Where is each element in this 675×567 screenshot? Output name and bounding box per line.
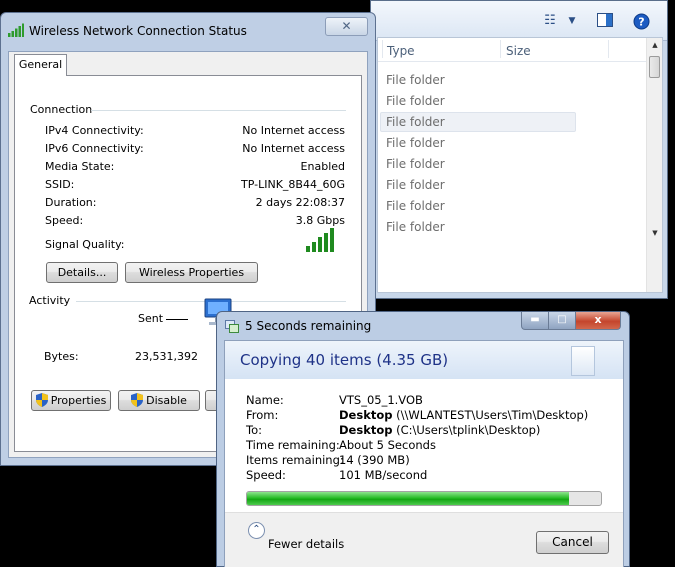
duration-label: Duration:: [45, 196, 97, 209]
time-remaining-label: Time remaining:: [246, 438, 340, 452]
ssid-value: TP-LINK_8B44_60G: [241, 178, 345, 191]
ipv6-value: No Internet access: [242, 142, 345, 155]
properties-button[interactable]: Properties: [31, 390, 111, 411]
signal-strength-icon: [306, 228, 334, 252]
items-remaining-label: Items remaining:: [246, 453, 344, 467]
name-value: VTS_05_1.VOB: [339, 393, 423, 407]
from-folder: Desktop: [339, 408, 393, 422]
column-separator[interactable]: [608, 40, 609, 58]
help-icon[interactable]: ?: [632, 13, 650, 30]
cancel-button[interactable]: Cancel: [536, 531, 609, 554]
from-path: (\\WLANTEST\Users\Tim\Desktop): [392, 408, 589, 422]
media-state-label: Media State:: [45, 160, 115, 173]
to-value[interactable]: Desktop (C:\Users\tplink\Desktop): [339, 423, 540, 437]
sent-line: [166, 319, 188, 320]
list-item[interactable]: File folder: [380, 154, 576, 174]
ipv4-label: IPv4 Connectivity:: [45, 124, 144, 137]
copy-progress-dialog: 5 Seconds remaining ▬ □ x Copying 40 ite…: [216, 311, 630, 567]
dialog-header: Copying 40 items (4.35 GB): [225, 341, 623, 379]
wireless-signal-icon: [8, 23, 24, 37]
connection-group-label: Connection: [30, 103, 93, 116]
media-state-value: Enabled: [300, 160, 345, 173]
speed-value: 101 MB/second: [339, 468, 428, 482]
progress-fill: [247, 492, 570, 505]
fewer-details-link[interactable]: Fewer details: [268, 537, 344, 551]
column-separator[interactable]: [500, 40, 501, 58]
scroll-down-icon[interactable]: ▼: [647, 226, 663, 240]
column-separator[interactable]: [382, 40, 383, 58]
bytes-label: Bytes:: [44, 350, 79, 363]
close-button[interactable]: x: [575, 312, 621, 330]
properties-button-label: Properties: [50, 394, 107, 407]
list-item[interactable]: File folder: [380, 196, 576, 216]
copy-icon: [225, 320, 239, 333]
ipv4-value: No Internet access: [242, 124, 345, 137]
column-header: Type Size: [378, 38, 648, 62]
list-item[interactable]: File folder: [380, 70, 576, 90]
list-item[interactable]: File folder: [380, 217, 576, 237]
activity-group-label: Activity: [29, 294, 71, 307]
dialog-body: Copying 40 items (4.35 GB) Name: VTS_05_…: [224, 340, 624, 567]
speed-label: Speed:: [246, 468, 286, 482]
from-label: From:: [246, 408, 279, 422]
disable-button-label: Disable: [146, 394, 187, 407]
svg-text:?: ?: [638, 16, 644, 29]
speed-label: Speed:: [45, 214, 84, 227]
uac-shield-icon: [131, 393, 144, 407]
list-item[interactable]: File folder: [380, 133, 576, 153]
to-path: (C:\Users\tplink\Desktop): [392, 423, 541, 437]
to-label: To:: [246, 423, 262, 437]
scroll-thumb[interactable]: [649, 56, 660, 78]
maximize-button[interactable]: □: [548, 312, 576, 330]
preview-pane-icon[interactable]: [596, 13, 614, 29]
list-item[interactable]: File folder: [380, 175, 576, 195]
copy-progress-bar: [246, 491, 602, 506]
sent-label: Sent: [138, 312, 164, 325]
window-title: 5 Seconds remaining: [245, 319, 372, 333]
from-value[interactable]: Desktop (\\WLANTEST\Users\Tim\Desktop): [339, 408, 588, 422]
ssid-label: SSID:: [45, 178, 75, 191]
scroll-up-icon[interactable]: ▲: [647, 38, 663, 52]
items-remaining-value: 14 (390 MB): [339, 453, 410, 467]
signal-quality-label: Signal Quality:: [45, 238, 125, 251]
title-bar[interactable]: Wireless Network Connection Status ✕: [1, 13, 375, 45]
tab-general[interactable]: General: [14, 54, 67, 76]
vertical-scrollbar[interactable]: ▲ ▼: [646, 38, 662, 292]
document-icon: [571, 346, 595, 376]
speed-value: 3.8 Gbps: [295, 214, 345, 227]
list-item-hovered[interactable]: File folder: [380, 112, 576, 132]
explorer-window: ☷ ▼ ? Type Size File folder File folder …: [370, 0, 668, 299]
window-title: Wireless Network Connection Status: [29, 24, 247, 38]
duration-value: 2 days 22:08:37: [255, 196, 345, 209]
details-button[interactable]: Details...: [46, 262, 118, 283]
file-list: Type Size File folder File folder File f…: [377, 37, 663, 293]
copy-heading: Copying 40 items (4.35 GB): [240, 351, 449, 369]
bytes-sent-value: 23,531,392: [135, 350, 198, 363]
time-remaining-value: About 5 Seconds: [339, 438, 436, 452]
close-button[interactable]: ✕: [325, 17, 368, 36]
name-label: Name:: [246, 393, 284, 407]
views-dropdown-icon[interactable]: ▼: [563, 13, 581, 29]
explorer-toolbar: ☷ ▼ ?: [371, 1, 667, 41]
list-item[interactable]: File folder: [380, 91, 576, 111]
disable-button[interactable]: Disable: [118, 390, 200, 411]
minimize-button[interactable]: ▬: [521, 312, 549, 330]
chevron-up-icon[interactable]: ⌃: [248, 522, 265, 539]
uac-shield-icon: [35, 393, 48, 407]
column-type[interactable]: Type: [387, 44, 415, 58]
column-size[interactable]: Size: [506, 44, 531, 58]
ipv6-label: IPv6 Connectivity:: [45, 142, 144, 155]
views-icon[interactable]: ☷: [541, 13, 559, 29]
wireless-properties-button[interactable]: Wireless Properties: [125, 262, 258, 283]
divider: [91, 110, 346, 111]
to-folder: Desktop: [339, 423, 393, 437]
